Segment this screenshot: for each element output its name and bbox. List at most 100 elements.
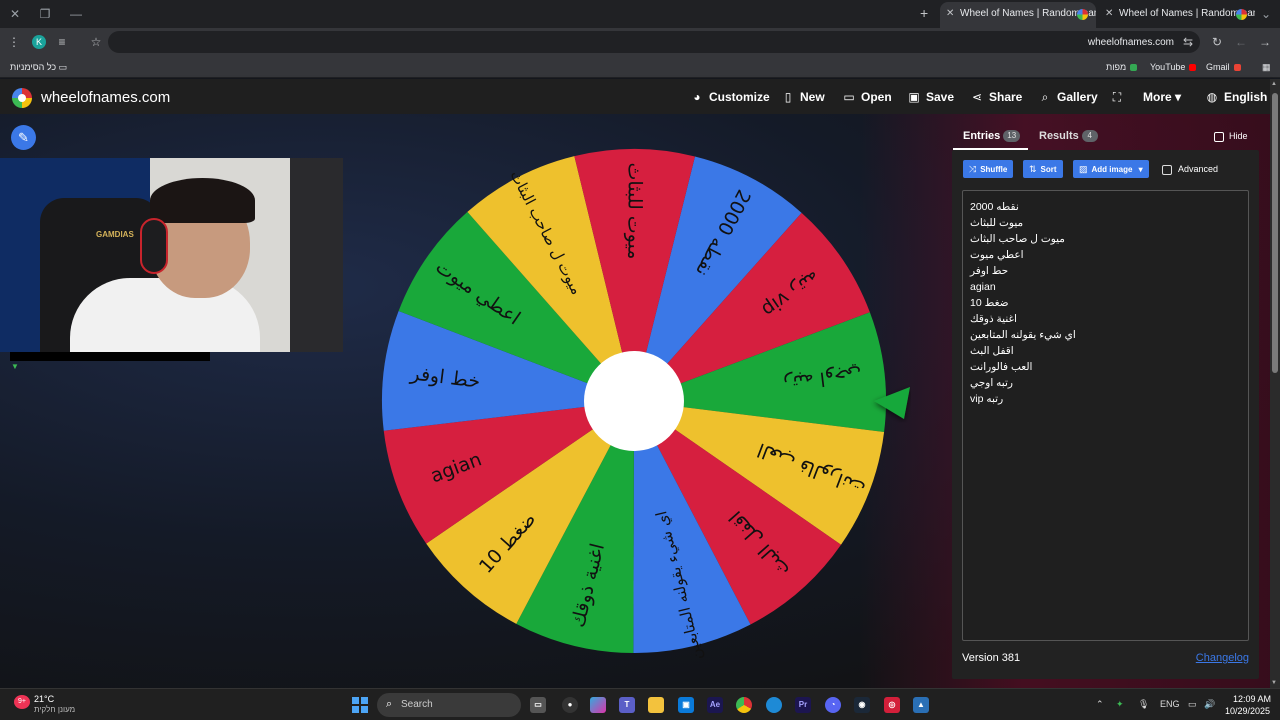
entry-line[interactable]: اعطي ميوت bbox=[970, 247, 1241, 263]
discord-icon[interactable]: ◔ bbox=[825, 697, 841, 713]
wheel-logo-icon[interactable] bbox=[12, 88, 32, 108]
close-window-icon[interactable]: ✕ bbox=[7, 6, 23, 22]
profile-avatar[interactable]: K bbox=[32, 35, 46, 49]
page-scrollbar[interactable]: ▲ ▼ bbox=[1270, 79, 1280, 688]
site-logo-text[interactable]: wheelofnames.com bbox=[41, 89, 170, 106]
language-selector[interactable]: ◍ English bbox=[1205, 90, 1268, 104]
tab-search-chevron-icon[interactable]: ⌄ bbox=[1258, 6, 1274, 22]
reading-list-icon[interactable]: ≡ bbox=[54, 34, 70, 50]
copilot-icon[interactable] bbox=[590, 697, 606, 713]
customize-label: Customize bbox=[709, 90, 770, 104]
store-icon[interactable]: ▣ bbox=[678, 697, 694, 713]
url-input[interactable] bbox=[108, 31, 1200, 53]
premiere-icon[interactable]: Pr bbox=[795, 697, 811, 713]
entry-line[interactable]: رتبه اوجي bbox=[970, 375, 1241, 391]
tab-close-icon[interactable]: ✕ bbox=[946, 2, 954, 26]
scrollbar-thumb[interactable] bbox=[1272, 93, 1278, 373]
new-tab-button[interactable]: + bbox=[920, 6, 928, 20]
volume-icon[interactable]: 🔊 bbox=[1204, 699, 1215, 710]
after-effects-icon[interactable]: Ae bbox=[707, 697, 723, 713]
taskbar-search-box[interactable] bbox=[377, 693, 521, 717]
entry-line[interactable]: حط اوفر bbox=[970, 263, 1241, 279]
add-image-button[interactable]: ▨ Add image ▾ bbox=[1073, 160, 1149, 178]
folder-icon: ▭ bbox=[58, 62, 68, 72]
tab-entries-label: Entries bbox=[963, 130, 1001, 142]
open-button[interactable]: ▭ Open bbox=[842, 90, 891, 104]
new-button[interactable]: ▯ New bbox=[781, 90, 825, 104]
webcam-acoustic-panel bbox=[290, 158, 343, 352]
microphone-icon[interactable]: 🎙 bbox=[1138, 699, 1149, 710]
save-button[interactable]: ▣ Save bbox=[907, 90, 954, 104]
start-menu-button[interactable] bbox=[352, 697, 368, 713]
entry-line[interactable]: ضغط 10 bbox=[970, 295, 1241, 311]
edit-pencil-button[interactable]: ✎ bbox=[11, 125, 36, 150]
clock-time[interactable]: 12:09 AM bbox=[1233, 694, 1271, 704]
entry-line[interactable]: رتبه vip bbox=[970, 391, 1241, 407]
chrome-icon[interactable] bbox=[736, 697, 752, 713]
entry-line[interactable]: اغنية ذوقك bbox=[970, 311, 1241, 327]
hide-checkbox[interactable] bbox=[1214, 132, 1224, 142]
advanced-checkbox[interactable] bbox=[1162, 165, 1172, 175]
restore-window-icon[interactable]: ❐ bbox=[37, 6, 53, 22]
keyboard-language[interactable]: ENG bbox=[1160, 699, 1180, 709]
name-wheel[interactable]: نقطه 2000رتبه vipرتبه اوجيالعب فالورانتا… bbox=[381, 148, 911, 658]
menu-dots-icon[interactable]: ⋮ bbox=[6, 34, 22, 50]
bookmark-youtube[interactable]: YouTube bbox=[1150, 62, 1197, 72]
bookmark-maps[interactable]: מפות bbox=[1106, 62, 1138, 72]
wheel-center-hub[interactable] bbox=[584, 351, 684, 451]
entry-line[interactable]: ميوت ل صاحب البثاث bbox=[970, 231, 1241, 247]
taskbar-search-placeholder[interactable]: Search bbox=[401, 699, 433, 710]
more-menu[interactable]: More ▾ bbox=[1143, 90, 1181, 104]
scroll-down-icon[interactable]: ▼ bbox=[1271, 680, 1277, 686]
all-bookmarks-folder[interactable]: כל הסימניות ▭ bbox=[10, 62, 67, 73]
headset bbox=[140, 218, 168, 274]
entry-line[interactable]: نقطه 2000 bbox=[970, 199, 1241, 215]
tab-close-icon[interactable]: ✕ bbox=[1105, 2, 1113, 26]
clock-date[interactable]: 10/29/2025 bbox=[1225, 706, 1270, 716]
tray-app-icon[interactable]: ✦ bbox=[1116, 699, 1124, 710]
changelog-link[interactable]: Changelog bbox=[1196, 652, 1249, 664]
edge-icon[interactable] bbox=[766, 697, 782, 713]
tab-entries[interactable]: Entries 13 bbox=[963, 130, 1021, 142]
network-icon[interactable]: ▭ bbox=[1188, 699, 1197, 710]
browser-tab-active[interactable]: ✕ Wheel of Names | Random nam bbox=[940, 2, 1096, 28]
entries-textarea[interactable]: نقطه 2000 ميوت للبثاث ميوت ل صاحب البثاث… bbox=[962, 190, 1249, 641]
entry-line[interactable]: اي شيء يقولنه المتابعين bbox=[970, 327, 1241, 343]
shuffle-button[interactable]: ⤨ Shuffle bbox=[963, 160, 1014, 178]
back-arrow-icon[interactable]: → bbox=[1257, 34, 1273, 50]
windows-logo-icon bbox=[352, 706, 359, 713]
weather-icon[interactable]: 9+ bbox=[14, 695, 30, 709]
fullscreen-button[interactable]: ⛶ bbox=[1110, 90, 1129, 105]
image-icon: ▨ bbox=[1079, 164, 1088, 174]
reload-icon[interactable]: ↻ bbox=[1209, 34, 1225, 50]
bookmark-gmail[interactable]: Gmail bbox=[1206, 62, 1241, 72]
weather-description[interactable]: מעונן חלקית bbox=[34, 705, 75, 714]
gallery-button[interactable]: ⌕ Gallery bbox=[1038, 90, 1098, 105]
entry-line[interactable]: العب فالورانت bbox=[970, 359, 1241, 375]
steam-icon[interactable]: ◉ bbox=[854, 697, 870, 713]
tab-results[interactable]: Results 4 bbox=[1039, 130, 1098, 142]
caret-down-icon: ▾ bbox=[1175, 90, 1182, 104]
url-text[interactable]: wheelofnames.com bbox=[1088, 37, 1174, 48]
file-explorer-icon[interactable] bbox=[648, 697, 664, 713]
site-settings-icon[interactable]: ⇆ bbox=[1180, 34, 1196, 50]
weather-temperature[interactable]: 21°C bbox=[34, 694, 54, 704]
entry-line[interactable]: ميوت للبثاث bbox=[970, 215, 1241, 231]
app-icon[interactable]: ● bbox=[562, 697, 578, 713]
app-red-icon[interactable]: ◎ bbox=[884, 697, 900, 713]
entry-line[interactable]: agian bbox=[970, 279, 1241, 295]
sort-button[interactable]: ⇅ Sort bbox=[1023, 160, 1063, 178]
task-view-icon[interactable]: ▭ bbox=[530, 697, 546, 713]
app-blue-icon[interactable]: ▲ bbox=[913, 697, 929, 713]
entry-line[interactable]: اقفل البث bbox=[970, 343, 1241, 359]
scroll-up-icon[interactable]: ▲ bbox=[1271, 81, 1277, 87]
bookmark-star-icon[interactable]: ☆ bbox=[88, 34, 104, 50]
teams-icon[interactable]: T bbox=[619, 697, 635, 713]
apps-grid-icon[interactable]: ▦ bbox=[1262, 62, 1271, 73]
browser-tab[interactable]: ✕ Wheel of Names | Random nam bbox=[1099, 2, 1255, 28]
minimize-window-icon[interactable]: — bbox=[68, 6, 84, 22]
share-button[interactable]: ⋖ Share bbox=[970, 90, 1022, 104]
tray-overflow-icon[interactable]: ⌃ bbox=[1096, 699, 1104, 710]
customize-button[interactable]: ◕ Customize bbox=[690, 90, 770, 104]
forward-arrow-icon[interactable]: ← bbox=[1233, 34, 1249, 50]
